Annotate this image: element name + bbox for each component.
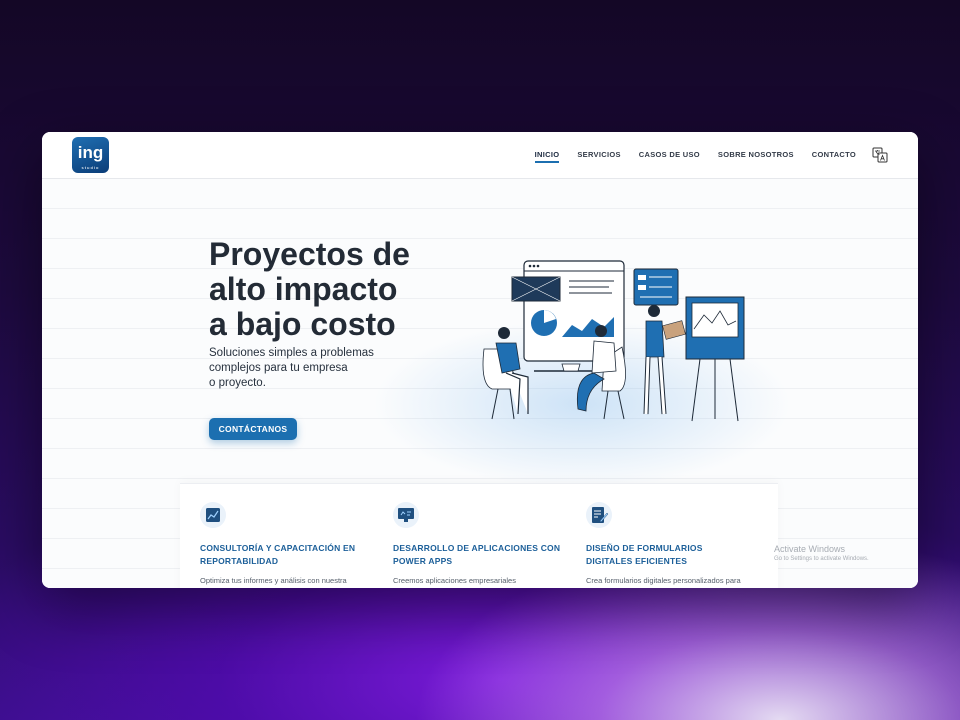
service-title-line-2: DIGITALES EFICIENTES <box>586 556 688 566</box>
activate-windows-watermark: Activate Windows Go to Settings to activ… <box>774 544 869 562</box>
report-chart-icon <box>200 502 226 528</box>
service-title-line-2: POWER APPS <box>393 556 453 566</box>
main-nav: INICIO SERVICIOS CASOS DE USO SOBRE NOSO… <box>534 150 856 163</box>
logo-text: ing <box>77 143 104 162</box>
monitor-app-icon <box>393 502 419 528</box>
service-title-line-1: DESARROLLO DE APLICACIONES CON <box>393 543 561 553</box>
team-meeting-illustration <box>482 260 745 422</box>
service-title-line-1: CONSULTORÍA Y CAPACITACIÓN EN <box>200 543 356 553</box>
hero-title: Proyectos de alto impacto a bajo costo <box>209 237 469 342</box>
service-title: CONSULTORÍA Y CAPACITACIÓN EN REPORTABIL… <box>200 542 370 568</box>
hero-subtitle-line-3: o proyecto. <box>209 377 266 389</box>
service-description: Creemos aplicaciones empresariales <box>393 576 516 585</box>
logo-subtext: studio <box>81 165 100 170</box>
service-title: DESARROLLO DE APLICACIONES CON POWER APP… <box>393 542 563 568</box>
browser-window: ing studio INICIO SERVICIOS CASOS DE USO… <box>42 132 918 588</box>
contact-cta-button[interactable]: CONTÁCTANOS <box>209 418 297 440</box>
nav-inicio[interactable]: INICIO <box>534 150 560 163</box>
translate-icon[interactable] <box>872 147 888 163</box>
logo[interactable]: ing studio <box>72 137 109 173</box>
navbar: ing studio INICIO SERVICIOS CASOS DE USO… <box>42 132 918 179</box>
nav-servicios[interactable]: SERVICIOS <box>577 150 620 163</box>
hero-subtitle-line-2: complejos para tu empresa <box>209 362 348 374</box>
hero-title-line-1: Proyectos de <box>209 236 410 272</box>
hero-title-line-2: alto impacto <box>209 271 398 307</box>
hero-section: Proyectos de alto impacto a bajo costo S… <box>42 179 918 588</box>
service-title-line-1: DISEÑO DE FORMULARIOS <box>586 543 703 553</box>
watermark-title: Activate Windows <box>774 544 846 554</box>
services-section: CONSULTORÍA Y CAPACITACIÓN EN REPORTABIL… <box>180 483 778 588</box>
hero-subtitle: Soluciones simples a problemas complejos… <box>209 346 409 391</box>
hero-title-line-3: a bajo costo <box>209 306 396 342</box>
nav-casos-de-uso[interactable]: CASOS DE USO <box>639 150 700 163</box>
service-title: DISEÑO DE FORMULARIOS DIGITALES EFICIENT… <box>586 542 756 568</box>
form-edit-icon <box>586 502 612 528</box>
service-description: Crea formularios digitales personalizado… <box>586 576 741 585</box>
nav-contacto[interactable]: CONTACTO <box>812 150 856 163</box>
nav-sobre-nosotros[interactable]: SOBRE NOSOTROS <box>718 150 794 163</box>
service-title-line-2: REPORTABILIDAD <box>200 556 279 566</box>
watermark-subtitle: Go to Settings to activate Windows. <box>774 556 869 562</box>
hero-subtitle-line-1: Soluciones simples a problemas <box>209 347 374 359</box>
service-description: Optimiza tus informes y análisis con nue… <box>200 576 347 585</box>
